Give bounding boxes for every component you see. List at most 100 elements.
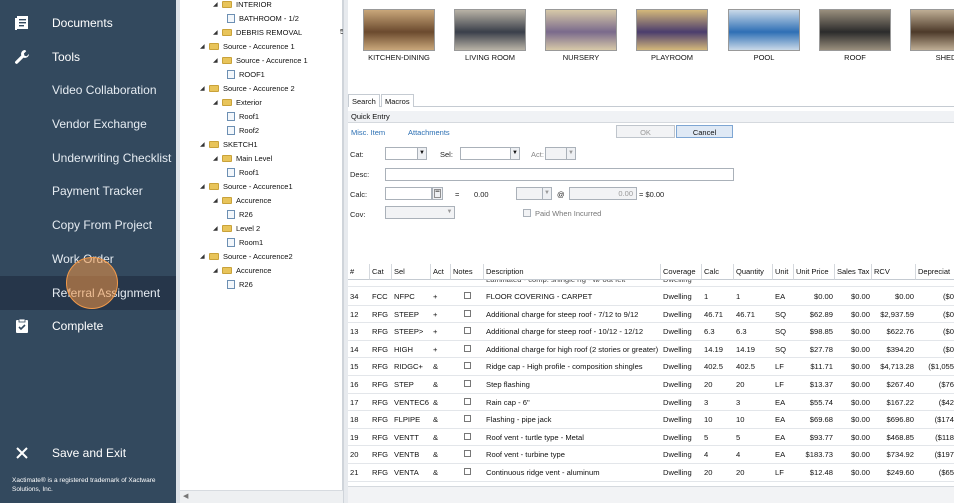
table-row[interactable]: 14 RFG HIGH + Additional charge for high roo…: [348, 341, 954, 359]
header-col-sel[interactable]: Sel: [392, 264, 431, 280]
notes-icon[interactable]: [451, 429, 484, 447]
room-template-thumb[interactable]: PLAYROOM: [636, 9, 708, 62]
notes-icon[interactable]: [451, 376, 484, 394]
notes-icon[interactable]: [451, 411, 484, 429]
room-template-thumb[interactable]: ROOF: [819, 9, 891, 62]
unit-dropdown[interactable]: ▼: [516, 187, 552, 200]
calc-input[interactable]: [385, 187, 432, 200]
notes-icon[interactable]: [451, 323, 484, 341]
tree-node[interactable]: ◢ DEBRIS REMOVAL: [213, 25, 302, 39]
notes-icon[interactable]: [451, 394, 484, 412]
expand-toggle-icon[interactable]: ◢: [200, 253, 207, 260]
tab-macros[interactable]: Macros: [381, 94, 414, 107]
expand-toggle-icon[interactable]: ◢: [213, 1, 220, 8]
header-col-notes[interactable]: Notes: [451, 264, 484, 280]
header-col-coverage[interactable]: Coverage: [661, 264, 702, 280]
calculator-icon[interactable]: [432, 187, 443, 200]
notes-icon[interactable]: [451, 306, 484, 324]
header-col-depreciation[interactable]: Depreciat: [916, 264, 954, 280]
notes-icon[interactable]: [451, 358, 484, 376]
header-col-unit[interactable]: Unit: [773, 264, 794, 280]
sidebar-item-copy-from-project[interactable]: Copy From Project: [0, 208, 176, 242]
expand-toggle-icon[interactable]: ◢: [200, 183, 207, 190]
cancel-button[interactable]: Cancel: [676, 125, 733, 138]
table-row[interactable]: 17 RFG VENTEC6 & Rain cap - 6" Dwelling 3 3 EA $5…: [348, 394, 954, 412]
act-dropdown[interactable]: ▼: [545, 147, 576, 160]
sidebar-item-underwriting-checklist[interactable]: Underwriting Checklist: [0, 141, 176, 175]
room-template-thumb[interactable]: KITCHEN-DINING: [363, 9, 435, 62]
paid-when-incurred-checkbox[interactable]: [523, 209, 531, 217]
tree-node[interactable]: ◢ SKETCH1: [200, 137, 258, 151]
expand-toggle-icon[interactable]: ◢: [213, 155, 220, 162]
expand-toggle-icon[interactable]: ◢: [213, 225, 220, 232]
notes-icon[interactable]: [451, 341, 484, 359]
header-col-number[interactable]: #: [348, 264, 370, 280]
tree-node[interactable]: ◢ Accurence: [213, 263, 271, 277]
expand-toggle-icon[interactable]: ◢: [200, 43, 207, 50]
tree-node[interactable]: R26: [227, 277, 253, 291]
notes-icon[interactable]: [451, 288, 484, 306]
table-row[interactable]: 21 RFG VENTA & Continuous ridge vent - alumi…: [348, 464, 954, 482]
table-row[interactable]: 18 RFG FLPIPE & Flashing - pipe jack Dwelling…: [348, 411, 954, 429]
table-row[interactable]: 20 RFG VENTB & Roof vent - turbine type Dwell…: [348, 446, 954, 464]
header-col-description[interactable]: Description: [484, 264, 661, 280]
header-col-calc[interactable]: Calc: [702, 264, 734, 280]
room-template-thumb[interactable]: POOL: [728, 9, 800, 62]
tree-node[interactable]: ◢ INTERIOR: [213, 0, 272, 11]
tree-node[interactable]: ◢ Source - Accurence1: [200, 179, 293, 193]
table-row[interactable]: Laminated - comp. shingle rfg - w/ out f…: [348, 280, 954, 287]
expand-toggle-icon[interactable]: ◢: [200, 141, 207, 148]
tree-horizontal-scrollbar[interactable]: ◀: [180, 490, 343, 503]
room-template-thumb[interactable]: LIVING ROOM: [454, 9, 526, 62]
table-row[interactable]: 34 FCC NFPC + FLOOR COVERING - CARPET Dwellin…: [348, 288, 954, 306]
tree-node[interactable]: ◢ Main Level: [213, 151, 272, 165]
table-row[interactable]: 16 RFG STEP & Step flashing Dwelling 20 20 LF $13…: [348, 376, 954, 394]
ok-button[interactable]: OK: [616, 125, 675, 138]
sidebar-item-payment-tracker[interactable]: Payment Tracker: [0, 174, 176, 208]
sidebar-item-video-collaboration[interactable]: Video Collaboration: [0, 73, 176, 107]
sidebar-item-complete[interactable]: Complete: [0, 309, 176, 343]
tree-node[interactable]: ◢ Source - Accurence2: [200, 249, 293, 263]
misc-item-link[interactable]: Misc. Item: [351, 128, 385, 137]
save-and-exit-button[interactable]: Save and Exit: [0, 436, 176, 470]
expand-toggle-icon[interactable]: ◢: [213, 197, 220, 204]
tree-node[interactable]: Roof2: [227, 123, 259, 137]
expand-toggle-icon[interactable]: ◢: [200, 85, 207, 92]
tree-node[interactable]: R26: [227, 207, 253, 221]
grid-horizontal-scrollbar[interactable]: [348, 486, 954, 503]
sel-dropdown[interactable]: ▼: [460, 147, 520, 160]
expand-toggle-icon[interactable]: ◢: [213, 29, 220, 36]
notes-icon[interactable]: [451, 446, 484, 464]
tree-node[interactable]: ◢ Accurence: [213, 193, 271, 207]
tree-node[interactable]: Roof1: [227, 109, 259, 123]
sidebar-item-tools[interactable]: Tools: [0, 40, 176, 74]
expand-toggle-icon[interactable]: ◢: [213, 99, 220, 106]
sidebar-item-documents[interactable]: Documents: [0, 6, 176, 40]
header-col-rcv[interactable]: RCV: [872, 264, 916, 280]
table-row[interactable]: 15 RFG RIDGC+ & Ridge cap - High profile - c…: [348, 358, 954, 376]
attachments-link[interactable]: Attachments: [408, 128, 450, 137]
table-row[interactable]: 12 RFG STEEP + Additional charge for steep r…: [348, 306, 954, 324]
tree-node[interactable]: ◢ Level 2: [213, 221, 260, 235]
header-col-sales-tax[interactable]: Sales Tax: [835, 264, 872, 280]
room-template-thumb[interactable]: SHED: [910, 9, 954, 62]
tab-search[interactable]: Search: [348, 94, 380, 107]
coverage-dropdown[interactable]: ▼: [385, 206, 455, 219]
tree-node[interactable]: Room1: [227, 235, 263, 249]
tree-node[interactable]: ROOF1: [227, 67, 265, 81]
header-col-act[interactable]: Act: [431, 264, 451, 280]
expand-toggle-icon[interactable]: ◢: [213, 57, 220, 64]
room-template-thumb[interactable]: NURSERY: [545, 9, 617, 62]
expand-toggle-icon[interactable]: ◢: [213, 267, 220, 274]
unit-price-input[interactable]: 0.00: [569, 187, 637, 200]
tree-node[interactable]: ◢ Source - Accurence 1: [200, 39, 295, 53]
header-col-unit-price[interactable]: Unit Price: [794, 264, 835, 280]
header-col-quantity[interactable]: Quantity: [734, 264, 773, 280]
tree-node[interactable]: ◢ Source - Accurence 2: [200, 81, 295, 95]
tree-node[interactable]: ◢ Source - Accurence 1: [213, 53, 308, 67]
header-col-cat[interactable]: Cat: [370, 264, 392, 280]
tree-node[interactable]: ◢ Exterior: [213, 95, 262, 109]
description-input[interactable]: [385, 168, 734, 181]
tree-node[interactable]: BATHROOM - 1/2: [227, 11, 299, 25]
tree-node[interactable]: Roof1: [227, 165, 259, 179]
